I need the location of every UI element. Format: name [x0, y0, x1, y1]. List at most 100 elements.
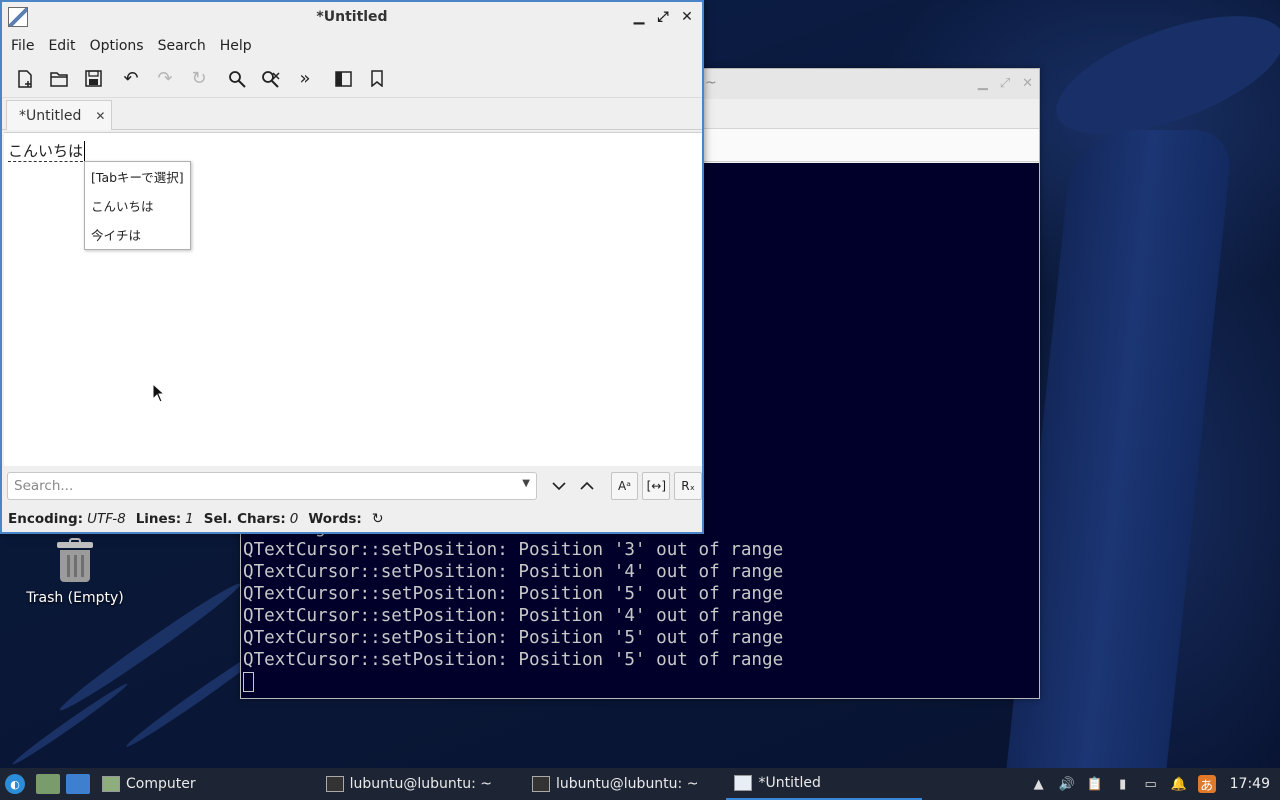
- mouse-pointer-icon: [152, 383, 164, 403]
- undo-icon[interactable]: ↶: [114, 64, 148, 94]
- task-terminal-2[interactable]: lubuntu@lubuntu: ~: [524, 768, 706, 800]
- text-caret: [84, 141, 85, 161]
- tab-close-icon[interactable]: ✕: [95, 109, 105, 123]
- editor-titlebar[interactable]: *Untitled ▁ ⤢ ✕: [2, 2, 702, 32]
- start-menu-button[interactable]: ◐: [0, 768, 30, 800]
- featherpad-app-icon: [8, 7, 28, 27]
- terminal-line: QTextCursor::setPosition: Position '4' o…: [243, 562, 784, 582]
- encoding-label: Encoding:: [8, 511, 84, 527]
- side-pane-icon[interactable]: [326, 64, 360, 94]
- window-title: *Untitled: [316, 9, 388, 25]
- whole-word-button[interactable]: [↔]: [642, 472, 671, 500]
- search-combobox[interactable]: ▼: [7, 472, 537, 500]
- task-label: Computer: [126, 776, 196, 792]
- menu-help[interactable]: Help: [213, 32, 259, 60]
- terminal-line: QTextCursor::setPosition: Position '3' o…: [243, 540, 784, 560]
- featherpad-app-icon: [734, 775, 753, 791]
- menu-search[interactable]: Search: [151, 32, 213, 60]
- task-computer[interactable]: Computer: [94, 768, 204, 800]
- redo-icon[interactable]: ↷: [148, 64, 182, 94]
- whole-word-icon: [↔]: [646, 479, 667, 493]
- search-bar: ▼ Aᵃ [↔] Rₓ: [4, 468, 703, 504]
- clock[interactable]: 17:49: [1230, 776, 1270, 792]
- menu-edit[interactable]: Edit: [41, 32, 82, 60]
- sel-chars-value: 0: [289, 511, 299, 527]
- preedit-text: こんいちは: [8, 142, 84, 162]
- task-editor[interactable]: *Untitled: [726, 768, 923, 800]
- file-manager-icon[interactable]: [36, 774, 60, 794]
- editor-window[interactable]: *Untitled ▁ ⤢ ✕ File Edit Options Search…: [0, 0, 704, 534]
- wallpaper-tree: [1006, 130, 1234, 768]
- terminal-line: QTextCursor::setPosition: Position '5' o…: [243, 650, 784, 670]
- tray-arrow-icon[interactable]: ▲: [1030, 775, 1048, 793]
- new-file-icon[interactable]: [8, 64, 42, 94]
- regex-button[interactable]: Rₓ: [674, 472, 703, 500]
- task-label: lubuntu@lubuntu: ~: [556, 776, 699, 792]
- close-icon[interactable]: ✕: [680, 2, 694, 32]
- lines-label: Lines:: [135, 511, 182, 527]
- replace-icon[interactable]: [254, 64, 288, 94]
- task-terminal-1[interactable]: lubuntu@lubuntu: ~: [318, 768, 500, 800]
- find-icon[interactable]: [220, 64, 254, 94]
- find-previous-button[interactable]: [573, 472, 601, 500]
- ime-indicator-icon[interactable]: あ: [1197, 775, 1216, 794]
- ime-candidate-popup: [Tabキーで選択] こんいちは 今イチは: [84, 161, 191, 250]
- search-input[interactable]: [8, 473, 508, 499]
- minimize-icon[interactable]: ▁: [978, 76, 988, 91]
- maximize-icon[interactable]: ⤢: [1000, 76, 1010, 91]
- match-case-icon: Aᵃ: [618, 479, 631, 493]
- close-icon[interactable]: ✕: [1022, 76, 1033, 91]
- maximize-icon[interactable]: ⤢: [656, 2, 670, 32]
- trash-desktop-icon[interactable]: Trash (Empty): [22, 538, 128, 606]
- computer-folder-icon: [102, 776, 120, 792]
- go-to-line-icon[interactable]: »: [288, 64, 322, 94]
- refresh-word-count-icon[interactable]: ↻: [372, 511, 384, 527]
- ime-candidate-item[interactable]: こんいちは: [85, 195, 190, 224]
- regex-icon: Rₓ: [681, 479, 695, 493]
- sel-chars-label: Sel. Chars:: [203, 511, 286, 527]
- volume-icon[interactable]: 🔊: [1058, 775, 1076, 793]
- terminal-title-fragment: ~: [705, 75, 717, 91]
- status-bar: Encoding: UTF-8 Lines: 1 Sel. Chars: 0 W…: [4, 506, 702, 532]
- bookmark-icon[interactable]: [360, 64, 394, 94]
- trash-label: Trash (Empty): [26, 590, 124, 606]
- terminal-icon: [532, 776, 551, 792]
- encoding-value: UTF-8: [87, 511, 126, 527]
- terminal-line: QTextCursor::setPosition: Position '5' o…: [243, 584, 784, 604]
- save-icon[interactable]: [76, 64, 110, 94]
- system-tray: ▲ 🔊 📋 ▮ ▭ 🔔 あ 17:49: [1030, 768, 1280, 800]
- match-case-button[interactable]: Aᵃ: [610, 472, 639, 500]
- menubar: File Edit Options Search Help: [2, 32, 702, 60]
- tab-bar: *Untitled ✕: [2, 98, 702, 130]
- tab-untitled[interactable]: *Untitled ✕: [6, 100, 112, 130]
- task-label: *Untitled: [758, 775, 821, 791]
- reload-icon[interactable]: ↻: [182, 64, 216, 94]
- screen-icon[interactable]: ▭: [1142, 775, 1160, 793]
- task-label: lubuntu@lubuntu: ~: [349, 776, 493, 792]
- trash-icon: [55, 538, 95, 584]
- show-desktop-icon[interactable]: [66, 774, 90, 794]
- minimize-icon[interactable]: ▁: [632, 2, 646, 32]
- lubuntu-logo-icon: ◐: [5, 774, 25, 794]
- terminal-cursor: [243, 672, 254, 692]
- clipboard-icon[interactable]: 📋: [1086, 775, 1104, 793]
- words-label: Words:: [308, 511, 362, 527]
- lines-value: 1: [185, 511, 194, 527]
- chevron-down-icon[interactable]: ▼: [522, 478, 530, 489]
- terminal-icon: [325, 776, 344, 792]
- ime-candidate-item[interactable]: 今イチは: [85, 224, 190, 253]
- wallpaper-streak: [10, 680, 130, 768]
- open-folder-icon[interactable]: [42, 64, 76, 94]
- find-next-button[interactable]: [545, 472, 573, 500]
- menu-options[interactable]: Options: [83, 32, 151, 60]
- battery-icon[interactable]: ▮: [1114, 775, 1132, 793]
- notification-bell-icon[interactable]: 🔔: [1170, 775, 1188, 793]
- text-editor-area[interactable]: こんいちは [Tabキーで選択] こんいちは 今イチは: [4, 132, 702, 466]
- toolbar: ↶ ↷ ↻ »: [2, 60, 702, 98]
- terminal-line: QTextCursor::setPosition: Position '5' o…: [243, 628, 784, 648]
- tab-label: *Untitled: [19, 107, 82, 124]
- menu-file[interactable]: File: [4, 32, 41, 60]
- terminal-line: QTextCursor::setPosition: Position '4' o…: [243, 606, 784, 626]
- taskbar: ◐ Computer lubuntu@lubuntu: ~ lubuntu@lu…: [0, 768, 1280, 800]
- ime-candidate-hint: [Tabキーで選択]: [91, 170, 184, 185]
